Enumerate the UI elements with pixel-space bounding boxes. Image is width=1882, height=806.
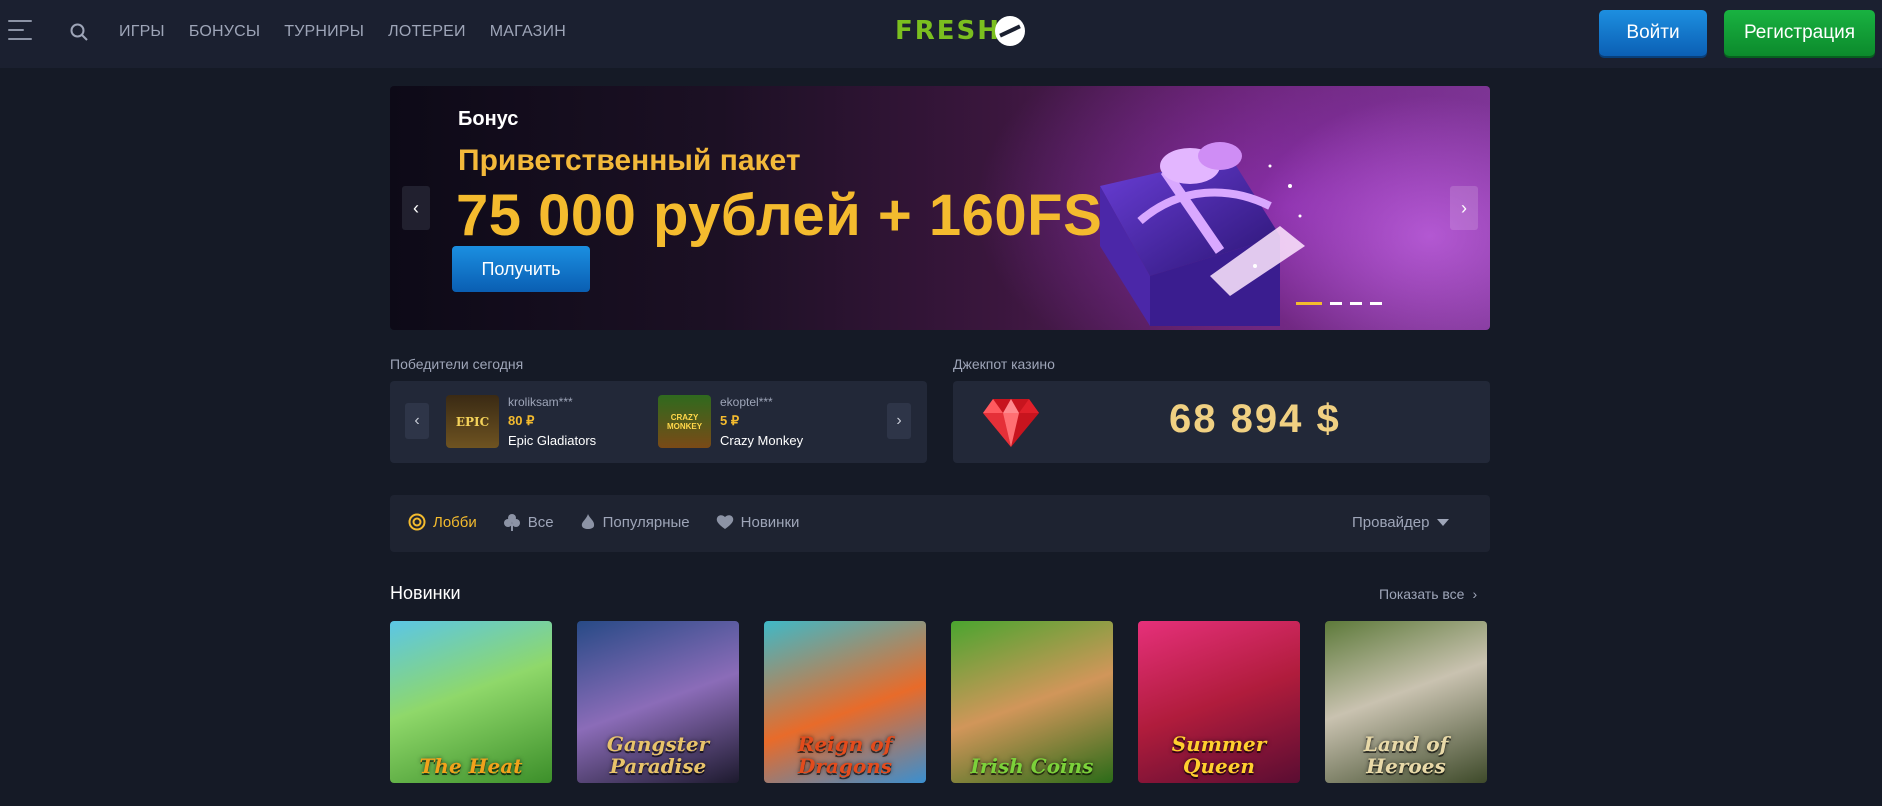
provider-dropdown[interactable]: Провайдер — [1352, 514, 1450, 531]
chevron-down-icon — [1437, 518, 1450, 526]
winners-panel: ‹ EPIC kroliksam*** 80 ₽ Epic Gladiators… — [390, 381, 927, 463]
category-bar: Лобби Все Популярные Новинки Провайдер — [390, 495, 1490, 552]
banner-dot[interactable] — [1330, 302, 1342, 305]
game-title: Reign of Dragons — [797, 732, 893, 778]
winners-next-button[interactable]: › — [887, 403, 911, 439]
game-card[interactable]: Summer Queen — [1138, 621, 1300, 783]
gift-icon — [1100, 142, 1305, 326]
jackpot-panel: 68 894 $ — [953, 381, 1490, 463]
banner-pagination — [1296, 302, 1382, 305]
banner-next-button[interactable]: › — [1450, 186, 1478, 230]
banner-dot[interactable] — [1350, 302, 1362, 305]
nav-bonuses[interactable]: БОНУСЫ — [189, 23, 260, 41]
winner-amount: 80 ₽ — [508, 413, 535, 428]
banner-prev-button[interactable]: ‹ — [402, 186, 430, 230]
banner-subtitle: Приветственный пакет — [458, 144, 801, 177]
game-title: Land of Heroes — [1363, 732, 1449, 778]
games-row: The Heat Gangster Paradise Reign of Drag… — [390, 621, 1487, 783]
chevron-left-icon: ‹ — [413, 197, 419, 218]
game-card[interactable]: Gangster Paradise — [577, 621, 739, 783]
nav-tournaments[interactable]: ТУРНИРЫ — [284, 23, 364, 41]
provider-label: Провайдер — [1352, 514, 1430, 531]
nav-shop[interactable]: МАГАЗИН — [490, 23, 566, 41]
show-all-label: Показать все — [1379, 586, 1465, 602]
winner-game: Epic Gladiators — [508, 433, 597, 448]
logo[interactable]: FRESH — [895, 14, 1026, 48]
nav-games[interactable]: ИГРЫ — [119, 23, 165, 41]
heart-icon — [716, 515, 733, 529]
game-card[interactable]: The Heat — [390, 621, 552, 783]
show-all-link[interactable]: Показать все › — [1379, 586, 1477, 602]
login-button[interactable]: Войти — [1599, 10, 1707, 56]
menu-icon[interactable] — [8, 20, 34, 44]
logo-ball-icon — [995, 16, 1026, 46]
winners-title: Победители сегодня — [390, 356, 524, 372]
banner-dot[interactable] — [1370, 302, 1382, 305]
tab-label: Лобби — [433, 513, 477, 531]
banner-dot[interactable] — [1296, 302, 1322, 305]
main-nav: ИГРЫ БОНУСЫ ТУРНИРЫ ЛОТЕРЕИ МАГАЗИН — [119, 23, 566, 41]
game-title: Summer Queen — [1171, 732, 1267, 778]
epic-gladiators-thumb: EPIC — [446, 395, 499, 448]
winner-user: kroliksam*** — [508, 395, 573, 409]
winner-game: Crazy Monkey — [720, 433, 804, 448]
game-title: Gangster Paradise — [606, 732, 710, 778]
search-icon[interactable] — [70, 23, 88, 41]
header: ИГРЫ БОНУСЫ ТУРНИРЫ ЛОТЕРЕИ МАГАЗИН FRES… — [0, 0, 1882, 68]
winner-item[interactable]: CRAZY MONKEY ekoptel*** 5 ₽ Crazy Monkey — [658, 395, 803, 448]
crazy-monkey-thumb: CRAZY MONKEY — [658, 395, 711, 448]
tab-popular[interactable]: Популярные — [580, 513, 690, 531]
game-card[interactable]: Land of Heroes — [1325, 621, 1487, 783]
tab-new[interactable]: Новинки — [716, 513, 800, 531]
banner-amount: 75 000 рублей + 160FS — [456, 183, 1103, 248]
thumb-label: EPIC — [455, 414, 490, 429]
chevron-right-icon: › — [1472, 586, 1478, 602]
nav-lotteries[interactable]: ЛОТЕРЕИ — [388, 23, 466, 41]
tab-all[interactable]: Все — [503, 513, 554, 531]
register-button[interactable]: Регистрация — [1724, 10, 1875, 56]
clover-icon — [503, 514, 520, 531]
game-title: Irish Coins — [970, 754, 1094, 778]
chevron-left-icon: ‹ — [414, 412, 420, 429]
chevron-right-icon: › — [896, 412, 902, 429]
tab-label: Новинки — [740, 513, 800, 531]
tab-label: Все — [527, 513, 554, 531]
game-title: The Heat — [419, 754, 523, 778]
logo-text: FRESH — [895, 16, 1002, 46]
fire-icon — [581, 514, 594, 529]
chevron-right-icon: › — [1461, 197, 1467, 218]
lobby-icon — [408, 513, 426, 531]
winner-user: ekoptel*** — [720, 395, 773, 409]
winners-prev-button[interactable]: ‹ — [405, 403, 429, 439]
banner-label: Бонус — [458, 108, 519, 130]
game-card[interactable]: Irish Coins — [951, 621, 1113, 783]
promo-banner: Бонус Приветственный пакет 75 000 рублей… — [390, 86, 1490, 330]
new-games-title: Новинки — [390, 583, 461, 603]
tab-label: Популярные — [602, 513, 690, 531]
winner-item[interactable]: EPIC kroliksam*** 80 ₽ Epic Gladiators — [446, 395, 596, 448]
diamond-icon — [983, 399, 1039, 447]
tab-lobby[interactable]: Лобби — [408, 513, 477, 531]
jackpot-title: Джекпот казино — [953, 356, 1055, 372]
jackpot-value: 68 894 $ — [1169, 397, 1341, 441]
get-bonus-button[interactable]: Получить — [452, 246, 590, 292]
game-card[interactable]: Reign of Dragons — [764, 621, 926, 783]
thumb-label: CRAZY MONKEY — [666, 412, 703, 431]
winner-amount: 5 ₽ — [720, 413, 740, 428]
